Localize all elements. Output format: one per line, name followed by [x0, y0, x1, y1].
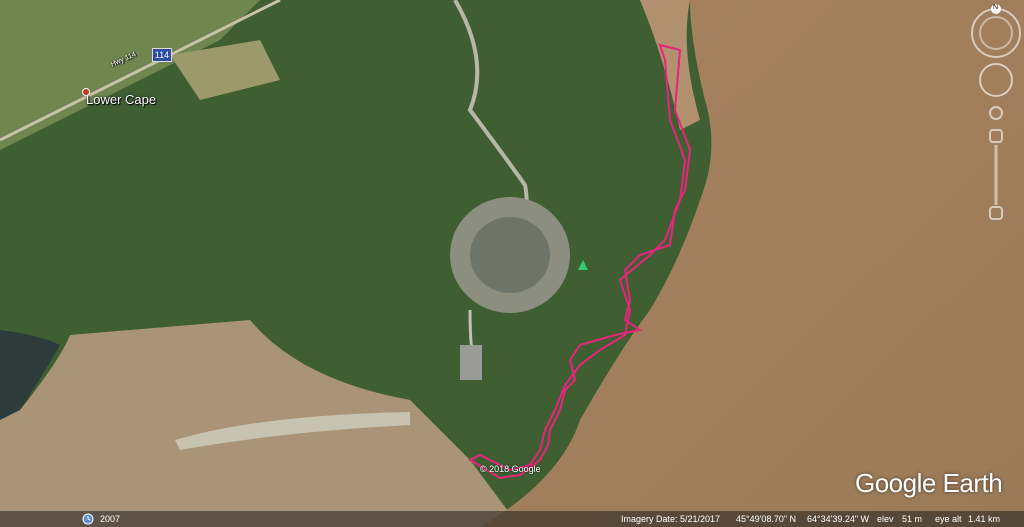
status-bar: 2007 Imagery Date: 5/21/2017 45°49'08.70… [0, 511, 1024, 527]
elevation-value: 51 m [902, 514, 923, 524]
elevation-label: elev [877, 514, 894, 524]
building [460, 345, 482, 380]
eye-alt-label: eye alt [935, 514, 962, 524]
copyright: © 2018 Google [480, 464, 541, 474]
road-shield: 114 [152, 48, 172, 62]
latitude: 45°49'08.70" N [736, 514, 797, 524]
imagery-date: Imagery Date: 5/21/2017 [621, 514, 721, 524]
satellite-map[interactable] [0, 0, 1024, 527]
north-label: N [993, 4, 999, 11]
longitude: 64°34'39.24" W [807, 514, 870, 524]
eye-alt-value: 1.41 km [968, 514, 1001, 524]
place-label[interactable]: Lower Cape [86, 92, 156, 107]
park-tree-icon[interactable] [578, 260, 588, 270]
imagery-year[interactable]: 2007 [100, 511, 120, 527]
historical-imagery-icon[interactable] [82, 513, 94, 525]
google-earth-logo: Google Earth [855, 468, 1003, 498]
